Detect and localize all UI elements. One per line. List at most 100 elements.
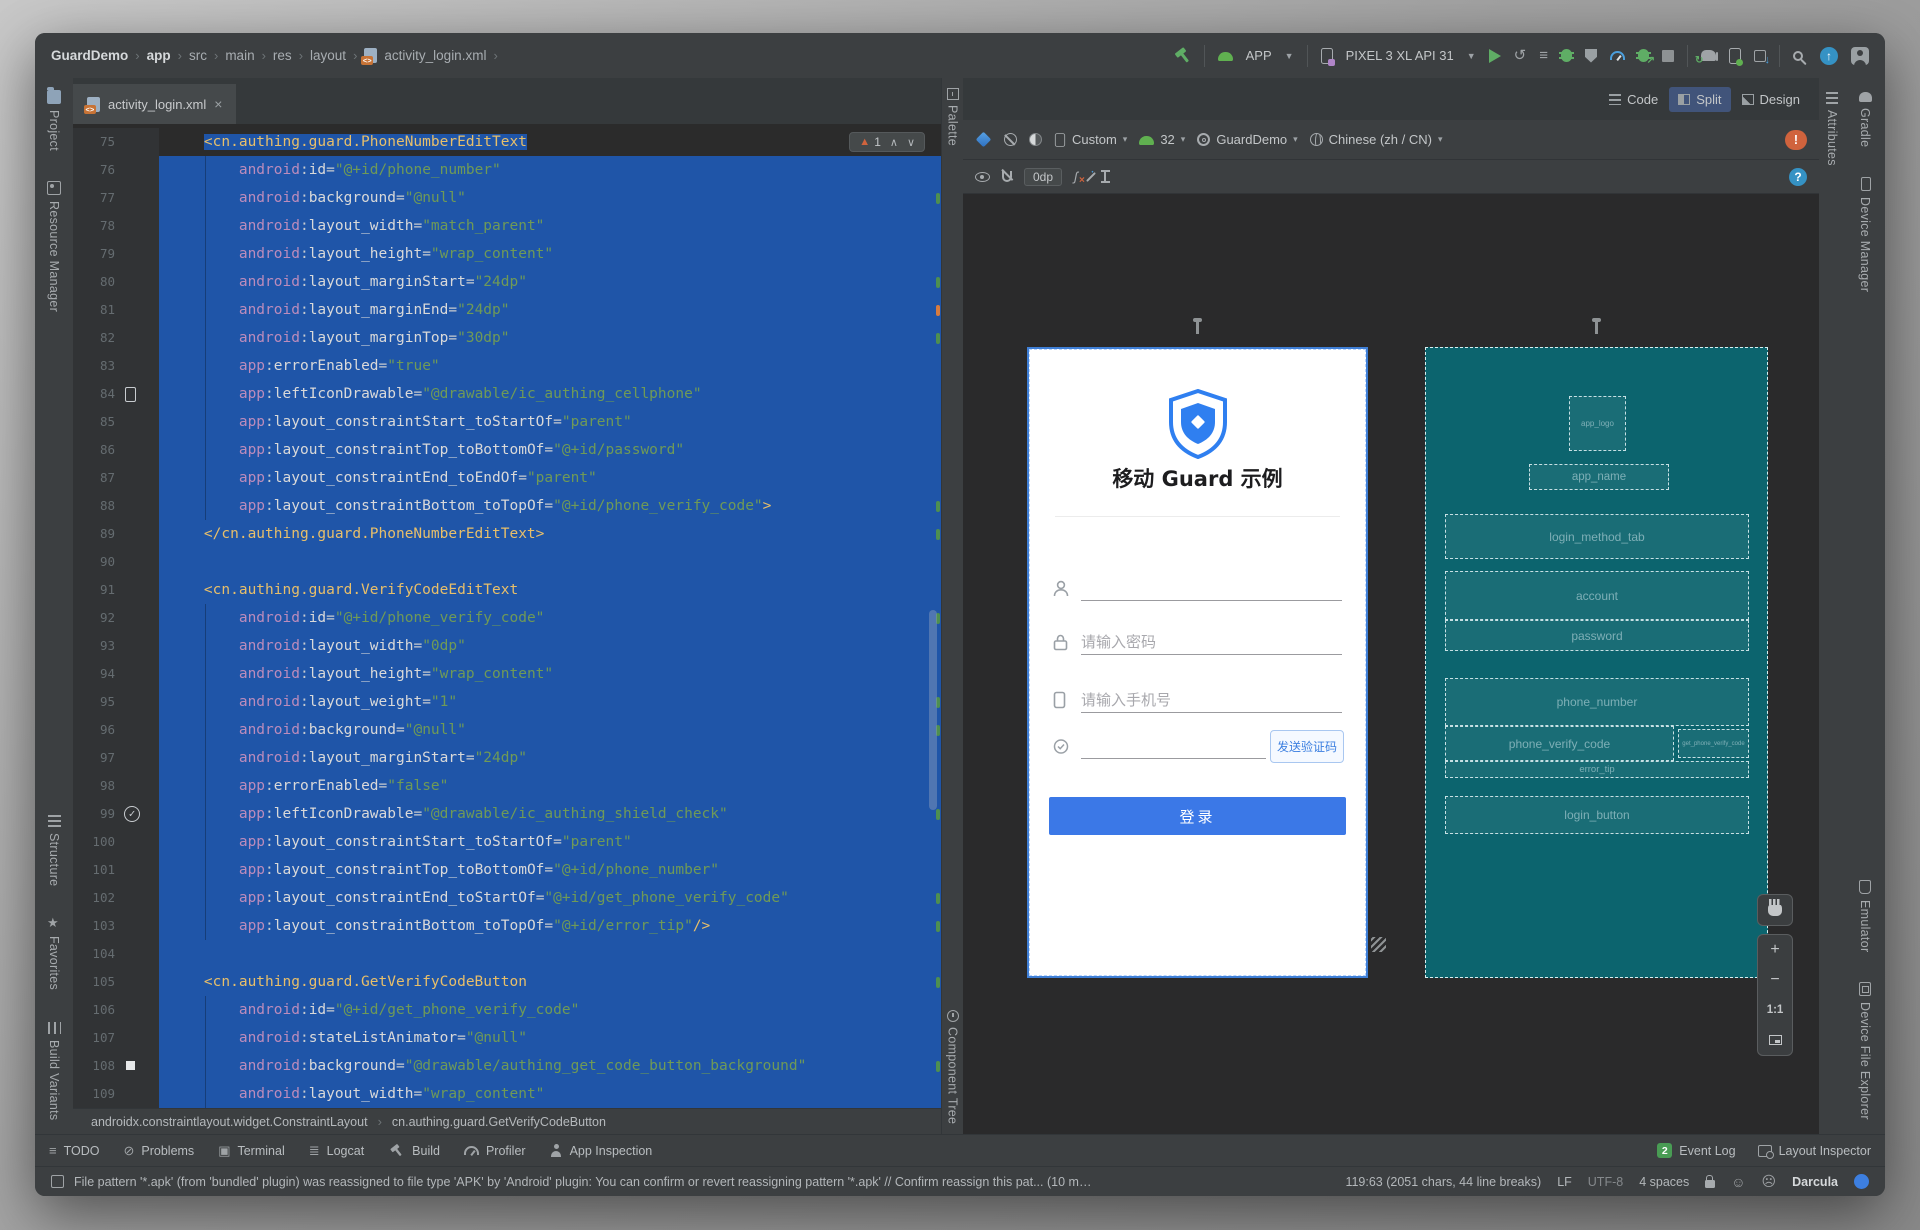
code-line[interactable]: 107 android:stateListAnimator="@null" [73,1024,941,1052]
code-line[interactable]: 96 android:background="@null" [73,716,941,744]
notification-dot[interactable] [1854,1174,1869,1189]
tool-window-button-layout-inspector[interactable]: Layout Inspector [1757,1144,1871,1159]
zoom-ratio-button[interactable]: 1:1 [1758,995,1792,1025]
code-line[interactable]: 104 [73,940,941,968]
tool-strip-item-device-file-explorer[interactable]: Device File Explorer [1858,982,1872,1120]
blueprint-app_logo[interactable]: app_logo [1569,396,1626,451]
blueprint-phone[interactable]: app_logo app_name login_method_tab account p… [1425,347,1768,978]
tool-strip-item-build-variants[interactable]: Build Variants [47,1021,61,1120]
tool-strip-item-device-manager[interactable]: Device Manager [1858,177,1872,293]
tool-strip-item-emulator[interactable]: Emulator [1858,879,1872,952]
breadcrumb-item[interactable]: res [273,48,292,63]
zoom-out-button[interactable]: − [1758,965,1792,995]
next-problem-icon[interactable]: ∨ [907,136,915,149]
render-error-indicator[interactable]: ! [1785,129,1807,150]
tool-strip-item-resource-manager[interactable]: Resource Manager [47,181,61,312]
zoom-fit-button[interactable] [1758,1025,1792,1055]
palette-tab[interactable]: Palette [946,88,960,146]
api-version-menu[interactable]: 32 ▾ [1139,132,1185,147]
code-line[interactable]: 86 app:layout_constraintTop_toBottomOf="… [73,436,941,464]
code-line[interactable]: 102 app:layout_constraintEnd_toStartOf="… [73,884,941,912]
code-line[interactable]: 76 android:id="@+id/phone_number" [73,156,941,184]
blueprint-get_phone_verify_code[interactable]: get_phone_verify_code [1678,729,1749,758]
device-manager-icon[interactable] [1729,47,1743,66]
blueprint-login_method_tab[interactable]: login_method_tab [1445,514,1749,559]
build-hammer-icon[interactable] [1174,47,1191,64]
breadcrumb-item[interactable]: app [147,48,171,63]
theme-name[interactable]: Darcula [1792,1175,1838,1189]
infer-constraints-icon[interactable] [1085,171,1096,182]
apply-changes-icon[interactable]: ↺ [1514,48,1527,63]
tool-window-button-profiler[interactable]: Profiler [463,1144,526,1158]
code-line[interactable]: 89 </cn.authing.guard.PhoneNumberEditTex… [73,520,941,548]
mode-split-button[interactable]: Split [1669,86,1731,112]
happy-face-icon[interactable]: ☺ [1731,1174,1745,1190]
code-line[interactable]: 98 app:errorEnabled="false" [73,772,941,800]
debug-button[interactable] [1559,49,1574,62]
breadcrumb-item[interactable]: layout [310,48,346,63]
tool-window-button-todo[interactable]: ≡ TODO [49,1144,99,1158]
code-line[interactable]: 93 android:layout_width="0dp" [73,632,941,660]
locale-menu[interactable]: Chinese (zh / CN) ▾ [1309,132,1443,147]
send-code-button[interactable]: 发送验证码 [1270,730,1344,763]
prev-problem-icon[interactable]: ∧ [890,136,898,149]
sad-face-icon[interactable]: ☹ [1762,1173,1777,1190]
blueprint-account[interactable]: account [1445,571,1749,620]
run-config-caret-icon[interactable]: ▼ [1285,51,1294,61]
indent-setting[interactable]: 4 spaces [1639,1175,1689,1189]
gradle-sync-icon[interactable]: ↻ [1695,50,1718,66]
file-encoding[interactable]: UTF-8 [1588,1175,1623,1189]
blueprint-login_button[interactable]: login_button [1445,796,1749,834]
breadcrumb-item[interactable]: main [225,48,254,63]
preview-account-field[interactable] [1053,567,1342,601]
tool-strip-item-gradle[interactable]: Gradle [1858,90,1872,147]
code-line[interactable]: 75 <cn.authing.guard.PhoneNumberEditText [73,128,941,156]
tool-window-button-event-log[interactable]: 2 Event Log [1657,1143,1736,1158]
sdk-manager-icon[interactable] [1754,49,1770,66]
tool-window-button-problems[interactable]: ⊘ Problems [123,1144,194,1158]
breadcrumb-item[interactable]: activity_login.xml [384,48,486,63]
code-line[interactable]: 106 android:id="@+id/get_phone_verify_co… [73,996,941,1024]
tool-window-button-logcat[interactable]: ≣ Logcat [309,1144,364,1158]
code-line[interactable]: 80 android:layout_marginStart="24dp" [73,268,941,296]
blueprint-phone_verify_code[interactable]: phone_verify_code [1445,726,1674,761]
component-tree-tab[interactable]: Component Tree [946,1009,960,1124]
design-canvas[interactable]: 移动 Guard 示例 请输入密码 请输入手机号 发送验证码 登录 app_lo… [963,194,1819,1134]
line-separator[interactable]: LF [1557,1175,1572,1189]
mode-design-button[interactable]: Design [1733,87,1809,112]
status-message[interactable]: File pattern '*.apk' (from 'bundled' plu… [74,1175,1094,1189]
preview-verify-code-field[interactable] [1053,725,1266,759]
editor-scrollbar[interactable] [929,610,937,810]
run-button[interactable] [1488,48,1501,63]
code-line[interactable]: 87 app:layout_constraintEnd_toEndOf="par… [73,464,941,492]
preview-resize-handle[interactable] [1371,937,1386,952]
code-line[interactable]: 97 android:layout_marginStart="24dp" [73,744,941,772]
tool-strip-item-project[interactable]: Project [47,87,61,151]
attach-debugger-icon[interactable] [1585,48,1597,63]
preview-phone-field[interactable]: 请输入手机号 [1053,679,1342,713]
mode-code-button[interactable]: Code [1600,87,1667,112]
readonly-lock-icon[interactable] [1705,1175,1716,1188]
breadcrumb-item[interactable]: GuardDemo [51,48,128,63]
tool-window-toggle-icon[interactable] [51,1175,64,1188]
attributes-tab[interactable]: Attributes [1825,92,1839,166]
apply-code-changes-icon[interactable]: ≡ [1539,48,1548,63]
help-icon[interactable]: ? [1789,167,1807,186]
code-line[interactable]: 100 app:layout_constraintStart_toStartOf… [73,828,941,856]
code-line[interactable]: 79 android:layout_height="wrap_content" [73,240,941,268]
code-line[interactable]: 82 android:layout_marginTop="30dp" [73,324,941,352]
device-selector-caret-icon[interactable]: ▼ [1467,51,1476,61]
pan-hand-button[interactable] [1758,895,1792,925]
clear-constraints-icon[interactable]: ʃ × [1074,169,1085,186]
code-line[interactable]: 99 app:leftIconDrawable="@drawable/ic_au… [73,800,941,828]
tool-strip-item-structure[interactable]: Structure [47,814,61,886]
code-line[interactable]: 95 android:layout_weight="1" [73,688,941,716]
view-options-icon[interactable] [975,171,990,182]
tool-window-button-terminal[interactable]: ▣ Terminal [218,1144,285,1158]
breadcrumb-item[interactable]: src [189,48,207,63]
night-mode-icon[interactable] [1029,133,1042,146]
tab-activity-login-xml[interactable]: activity_login.xml × [73,84,237,124]
orientation-icon[interactable] [1004,133,1017,146]
zoom-in-button[interactable]: + [1758,935,1792,965]
device-selector-label[interactable]: PIXEL 3 XL API 31 [1346,48,1454,63]
